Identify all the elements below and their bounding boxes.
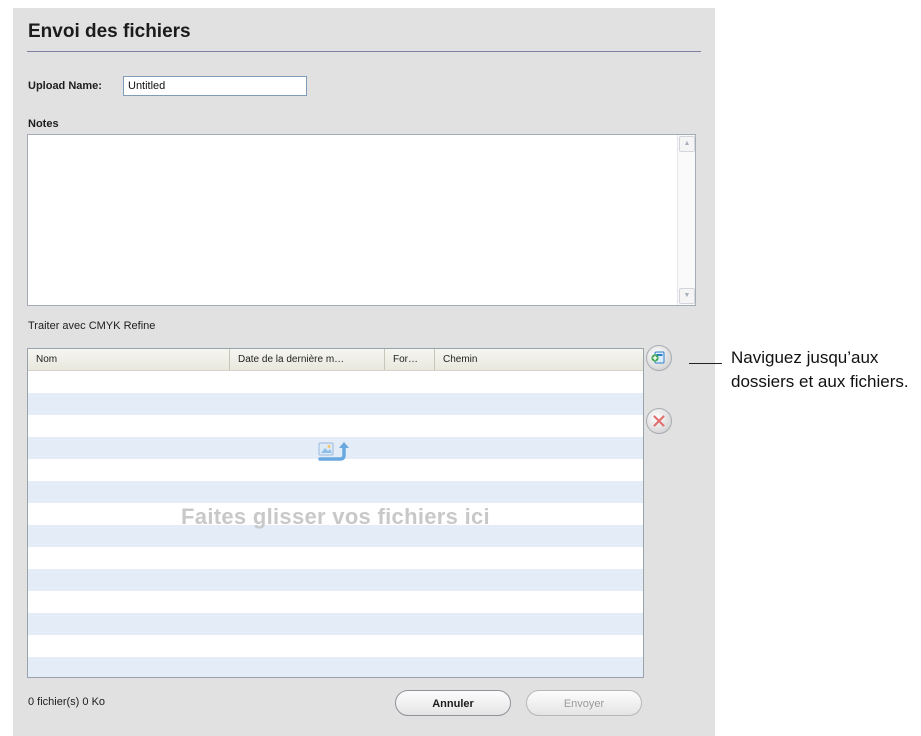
table-row	[28, 481, 643, 503]
table-row	[28, 569, 643, 591]
add-file-icon	[651, 351, 665, 364]
table-row	[28, 657, 643, 677]
add-files-button[interactable]	[646, 345, 672, 371]
notes-textarea[interactable]: ▲ ▼	[27, 134, 696, 306]
upload-dialog: Envoi des fichiers Upload Name: Notes ▲ …	[13, 8, 715, 736]
file-count: 0 fichier(s) 0 Ko	[28, 696, 106, 708]
table-row	[28, 371, 643, 393]
dialog-title: Envoi des fichiers	[28, 21, 191, 42]
process-value: CMYK Refine	[88, 320, 156, 332]
table-row	[28, 415, 643, 437]
callout-text: Naviguez jusqu’aux dossiers et aux fichi…	[731, 348, 909, 391]
column-header-path[interactable]: Chemin	[435, 349, 643, 370]
remove-files-button[interactable]	[646, 408, 672, 434]
drop-hint: Faites glisser vos fichiers ici	[181, 504, 490, 529]
title-divider	[27, 51, 701, 52]
upload-name-label: Upload Name:	[28, 80, 102, 92]
table-row	[28, 393, 643, 415]
table-row	[28, 635, 643, 657]
remove-icon	[653, 415, 665, 427]
process-label: Traiter avec	[28, 320, 86, 332]
file-table[interactable]: Nom Date de la dernière m… For… Chemin F…	[27, 348, 644, 678]
scroll-down-button[interactable]: ▼	[679, 288, 695, 304]
process-line: Traiter avec CMYK Refine	[28, 320, 155, 332]
drop-files-icon	[318, 442, 349, 461]
upload-name-input[interactable]	[123, 76, 307, 96]
table-row	[28, 591, 643, 613]
table-row	[28, 613, 643, 635]
send-button[interactable]: Envoyer	[526, 690, 642, 716]
cancel-button[interactable]: Annuler	[395, 690, 511, 716]
column-header-format[interactable]: For…	[385, 349, 435, 370]
column-header-date[interactable]: Date de la dernière m…	[230, 349, 385, 370]
column-header-name[interactable]: Nom	[28, 349, 230, 370]
notes-label: Notes	[28, 118, 59, 130]
callout-leader-line	[689, 363, 722, 364]
scroll-up-button[interactable]: ▲	[679, 136, 695, 152]
table-header: Nom Date de la dernière m… For… Chemin	[28, 349, 643, 371]
table-row	[28, 547, 643, 569]
notes-scrollbar[interactable]: ▲ ▼	[677, 135, 695, 305]
